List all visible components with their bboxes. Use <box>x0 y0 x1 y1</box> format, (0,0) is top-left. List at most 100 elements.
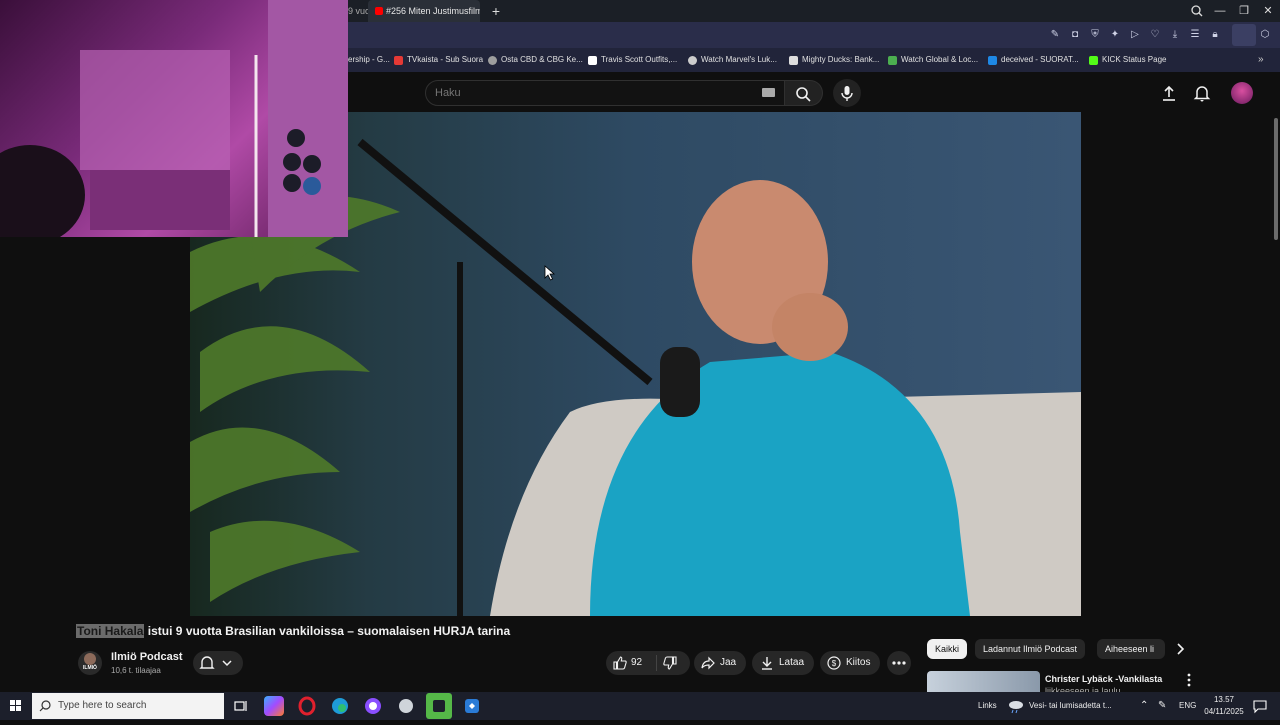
recommendation-menu-button[interactable] <box>1182 672 1196 688</box>
edge-browser-icon[interactable] <box>330 696 350 716</box>
scrollbar-thumb[interactable] <box>1274 118 1278 240</box>
share-icon <box>701 656 715 670</box>
super-thanks-icon: $ <box>827 656 841 670</box>
browser-tab[interactable]: 9 vuo <box>348 0 368 22</box>
recommendation-thumbnail[interactable] <box>927 671 1040 692</box>
mouse-cursor-icon <box>544 265 556 281</box>
bookmark-favicon-icon <box>488 55 497 65</box>
upload-button[interactable] <box>1159 83 1179 103</box>
links-toolbar[interactable]: Links <box>978 692 997 720</box>
minimize-button[interactable]: — <box>1208 0 1232 22</box>
weather-icon[interactable] <box>1007 698 1025 714</box>
extension-icon[interactable]: ✦ <box>1108 28 1122 42</box>
more-actions-button[interactable] <box>887 651 911 675</box>
search-input[interactable] <box>435 80 735 106</box>
bookmark-item[interactable]: KICK Status Page <box>1089 48 1166 72</box>
camera-icon[interactable]: ◘ <box>1068 28 1082 42</box>
chip-all[interactable]: Kaikki <box>927 639 968 659</box>
bookmark-item[interactable]: Mighty Ducks: Bank... <box>789 48 879 72</box>
thumbs-down-icon <box>663 656 677 670</box>
thumbs-up-icon <box>613 656 627 670</box>
start-button[interactable] <box>0 692 32 720</box>
pen-icon[interactable]: ✎ <box>1158 692 1166 720</box>
chips-next-button[interactable] <box>1170 639 1190 659</box>
clock-date: 04/11/2025 <box>1204 707 1244 716</box>
video-title-highlight: Toni Hakala <box>76 624 145 638</box>
shield-icon[interactable]: ⛨ <box>1088 28 1102 42</box>
chip-related[interactable]: Aiheeseen li <box>1097 639 1165 659</box>
notification-center-icon[interactable] <box>1252 698 1268 714</box>
subscription-bell-button[interactable] <box>193 651 243 675</box>
show-hidden-icons-icon[interactable]: ⌃ <box>1140 692 1148 720</box>
search-icon <box>796 87 811 102</box>
search-button[interactable] <box>785 80 823 106</box>
bookmark-favicon-icon <box>688 55 697 65</box>
lock-icon[interactable]: 🔒︎ <box>1208 28 1222 42</box>
copilot-icon[interactable] <box>264 696 284 716</box>
menu-icon[interactable]: ☰ <box>1188 28 1202 42</box>
active-app-glyph <box>433 700 445 712</box>
share-label: Jaa <box>720 657 737 668</box>
app-icon[interactable] <box>396 696 416 716</box>
notifications-button[interactable] <box>1192 83 1212 103</box>
bookmark-favicon-icon <box>588 55 597 65</box>
bookmark-item[interactable]: Travis Scott Outfits,... <box>588 48 677 72</box>
bookmarks-overflow-icon[interactable]: » <box>1258 48 1272 72</box>
dislike-button[interactable] <box>662 655 678 671</box>
task-view-icon[interactable] <box>231 696 251 716</box>
bookmark-item[interactable]: ership - G... <box>348 48 390 72</box>
search-icon <box>39 700 51 712</box>
close-window-button[interactable]: ✕ <box>1256 0 1280 22</box>
channel-name[interactable]: Ilmiö Podcast <box>111 651 183 663</box>
download-icon[interactable]: ⤓ <box>1168 28 1182 42</box>
share-button[interactable]: Jaa <box>694 651 746 675</box>
channel-avatar[interactable]: ILMIÖ <box>78 651 102 675</box>
voice-search-button[interactable] <box>833 79 861 107</box>
new-tab-button[interactable]: + <box>488 0 504 22</box>
active-app-icon[interactable] <box>426 693 452 719</box>
browser-tab-active[interactable]: #256 Miten Justimusfilm... <box>368 0 480 22</box>
bell-icon <box>1193 86 1211 102</box>
recommendation-title-line1: Christer Lybäck -Vankilasta <box>1045 674 1163 684</box>
edit-icon[interactable]: ✎ <box>1048 28 1062 42</box>
download-button[interactable]: Lataa <box>752 651 814 675</box>
webcam-image <box>0 0 348 237</box>
search-tabs-icon[interactable] <box>1186 0 1208 22</box>
like-divider <box>656 655 657 671</box>
restore-button[interactable]: ❐ <box>1232 0 1256 22</box>
bookmark-item[interactable]: Watch Global & Loc... <box>888 48 978 72</box>
weather-text[interactable]: Vesi- tai lumisadetta t... <box>1029 692 1112 720</box>
more-vertical-icon <box>1187 673 1191 687</box>
input-language[interactable]: ENG <box>1179 692 1196 720</box>
bookmark-item[interactable]: Osta CBD & CBG Ke... <box>488 48 583 72</box>
thanks-button[interactable]: $ Kiitos <box>820 651 880 675</box>
heart-icon[interactable]: ♡ <box>1148 28 1162 42</box>
clock[interactable]: 13.57 04/11/2025 <box>1203 694 1245 718</box>
keyboard-icon[interactable] <box>762 88 775 97</box>
opera-browser-icon[interactable] <box>297 696 317 716</box>
webcam-overlay <box>0 0 348 237</box>
subscriber-count: 10,6 t. tilaajaa <box>111 666 161 675</box>
extension-active-icon[interactable] <box>1232 24 1256 46</box>
bookmark-item[interactable]: Watch Marvel's Luk... <box>688 48 777 72</box>
bookmark-favicon-icon <box>394 55 403 65</box>
play-icon[interactable]: ▷ <box>1128 28 1142 42</box>
more-horizontal-icon <box>892 661 906 665</box>
download-label: Lataa <box>779 657 805 668</box>
avatar[interactable] <box>1231 82 1253 104</box>
download-icon <box>762 657 772 670</box>
bookmark-favicon-icon <box>789 55 798 65</box>
clock-time: 13.57 <box>1213 695 1235 704</box>
chevron-right-icon <box>1177 643 1185 655</box>
pinned-app-icon[interactable] <box>462 696 482 716</box>
like-count: 92 <box>631 657 643 668</box>
windows-logo-icon <box>10 700 21 711</box>
bookmark-item[interactable]: TVkaista - Sub Suora <box>394 48 483 72</box>
channel-avatar-text: ILMIÖ <box>83 665 97 671</box>
thanks-label: Kiitos <box>846 657 871 668</box>
like-button[interactable] <box>612 655 628 671</box>
settings-icon[interactable]: ⬡ <box>1258 28 1272 42</box>
bookmark-item[interactable]: deceived - SUORAT... <box>988 48 1079 72</box>
messenger-icon[interactable] <box>363 696 383 716</box>
chip-uploaded-by[interactable]: Ladannut Ilmiö Podcast <box>975 639 1086 659</box>
